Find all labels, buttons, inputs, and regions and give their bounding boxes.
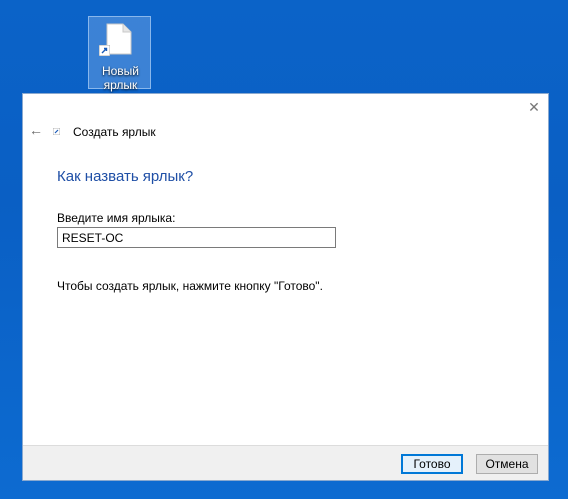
shortcut-name-label: Введите имя ярлыка: <box>57 211 176 225</box>
create-shortcut-dialog: ✕ ← Создать ярлык Как назвать ярлык? Вве… <box>22 93 549 481</box>
back-arrow-icon[interactable]: ← <box>29 122 45 138</box>
page-heading: Как назвать ярлык? <box>57 168 194 185</box>
shortcut-arrow-icon <box>99 45 110 56</box>
desktop-icon-label: Новый ярлык <box>101 64 140 92</box>
close-icon[interactable]: ✕ <box>524 97 544 117</box>
finish-button[interactable]: Готово <box>401 454 463 474</box>
shortcut-name-input[interactable] <box>57 227 336 248</box>
instruction-text: Чтобы создать ярлык, нажмите кнопку "Гот… <box>57 279 323 293</box>
dialog-footer: Готово Отмена <box>23 445 548 480</box>
desktop-shortcut-new[interactable]: Новый ярлык <box>88 16 151 92</box>
shortcut-wizard-icon <box>53 128 60 135</box>
wizard-title: Создать ярлык <box>73 125 156 139</box>
cancel-button[interactable]: Отмена <box>476 454 538 474</box>
